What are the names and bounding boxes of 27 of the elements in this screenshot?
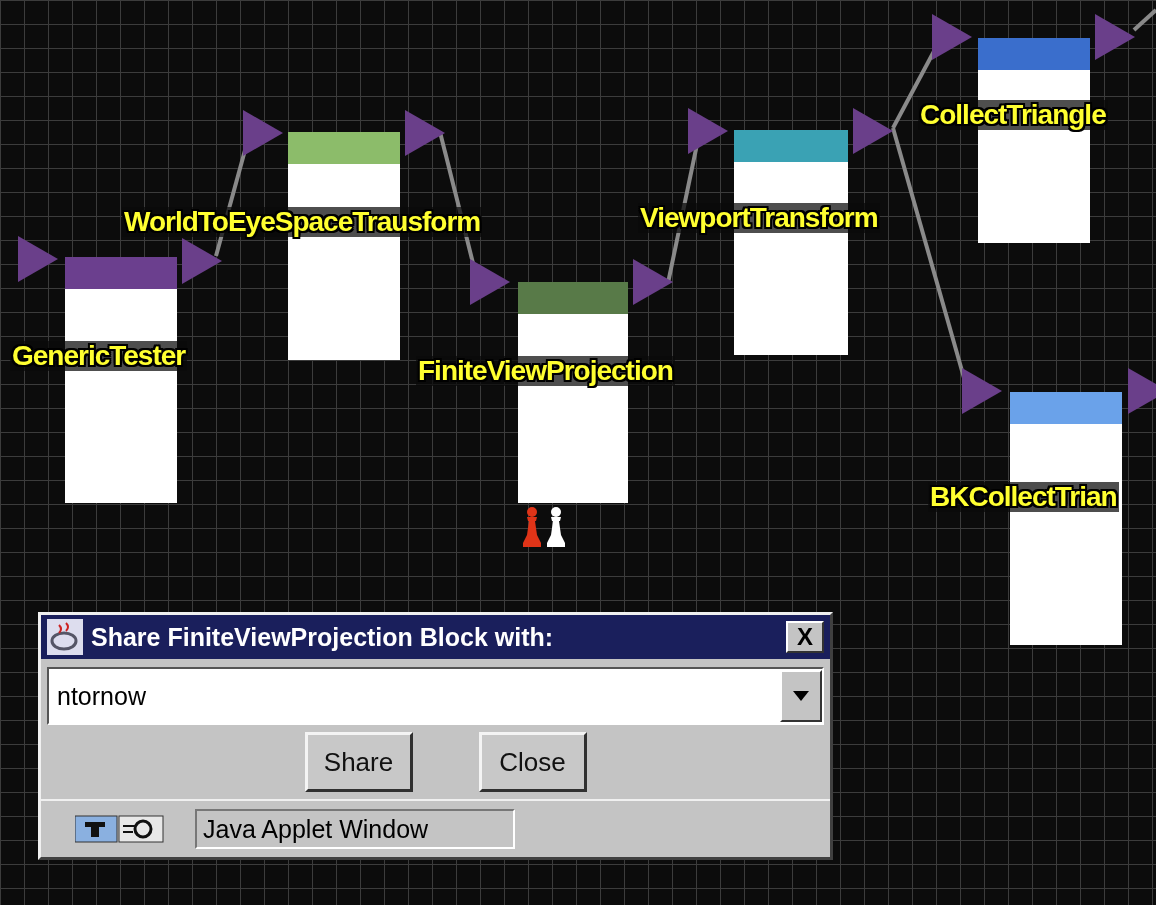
block-label: CollectTriangle (918, 100, 1108, 130)
input-port-icon (932, 14, 972, 60)
input-port-icon (688, 108, 728, 154)
block-label: BKCollectTrian (928, 482, 1119, 512)
block-label: FiniteViewProjection (416, 356, 675, 386)
output-port-icon (853, 108, 893, 154)
dialog-button[interactable]: Share (304, 732, 413, 792)
block-label: ViewportTransform (638, 203, 880, 233)
dialog-title: Share FiniteViewProjection Block with: (91, 622, 555, 652)
dialog-button[interactable]: Close (478, 732, 587, 792)
output-port-icon (1095, 14, 1135, 60)
input-port-icon (243, 110, 283, 156)
coffee-cup-icon (47, 619, 83, 655)
applet-status-icon (75, 814, 165, 844)
input-port-icon (18, 236, 58, 282)
output-port-icon (1128, 368, 1156, 414)
block-label: GenericTester (10, 341, 188, 371)
status-text: Java Applet Window (195, 809, 515, 849)
output-port-icon (182, 238, 222, 284)
input-port-icon (470, 259, 510, 305)
output-port-icon (405, 110, 445, 156)
block-label: WorldToEyeSpaceTrausform (122, 207, 483, 237)
input-port-icon (962, 368, 1002, 414)
window-close-x[interactable]: X (786, 621, 824, 653)
output-port-icon (633, 259, 673, 305)
connector-line (1132, 8, 1156, 32)
user-select[interactable]: ntornow (47, 667, 824, 725)
